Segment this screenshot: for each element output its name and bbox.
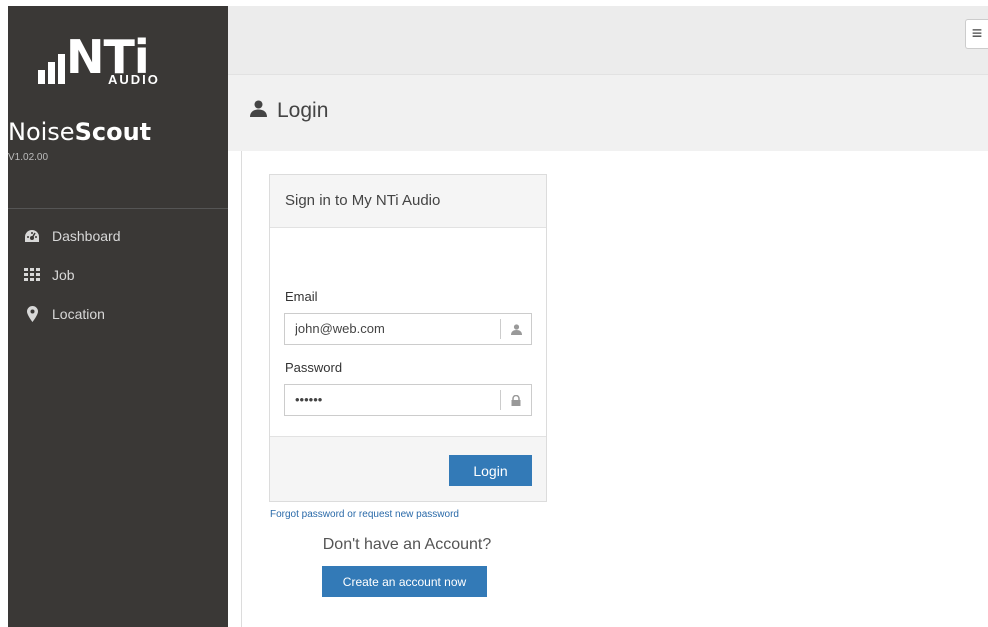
sidebar-item-label: Location bbox=[52, 305, 105, 322]
app-name-bold: Scout bbox=[74, 118, 152, 146]
sidebar-item-job[interactable]: Job bbox=[8, 255, 228, 294]
sidebar-item-label: Job bbox=[52, 266, 75, 283]
sidebar-divider bbox=[8, 208, 228, 209]
app-name-light: Noise bbox=[8, 118, 75, 146]
sidebar-item-label: Dashboard bbox=[52, 227, 121, 244]
sidebar-item-location[interactable]: Location bbox=[8, 294, 228, 333]
app-name: NoiseScout bbox=[8, 118, 151, 146]
create-account-button[interactable]: Create an account now bbox=[322, 566, 487, 597]
login-button[interactable]: Login bbox=[449, 455, 532, 486]
password-field[interactable] bbox=[285, 385, 495, 413]
email-input-group bbox=[284, 313, 532, 345]
nti-audio-logo: NTi AUDIO bbox=[38, 32, 178, 92]
sidebar-nav: Dashboard Job Location bbox=[8, 216, 228, 333]
no-account-text: Don't have an Account? bbox=[322, 536, 492, 553]
login-card-footer: Login bbox=[270, 436, 546, 501]
password-label: Password bbox=[285, 360, 343, 375]
dashboard-icon bbox=[24, 228, 40, 244]
page-title-text: Login bbox=[277, 99, 329, 122]
logo-subtext: AUDIO bbox=[108, 72, 160, 87]
sidebar-item-dashboard[interactable]: Dashboard bbox=[8, 216, 228, 255]
sidebar: NTi AUDIO NoiseScout V1.02.00 Dashboard … bbox=[8, 6, 228, 627]
login-card-header: Sign in to My NTi Audio bbox=[270, 175, 546, 228]
hamburger-icon: ≡ bbox=[971, 23, 983, 43]
page-title: Login bbox=[250, 99, 328, 123]
page-header: Login bbox=[228, 75, 988, 151]
login-card: Sign in to My NTi Audio Email Password L… bbox=[269, 174, 547, 502]
user-icon bbox=[250, 99, 267, 123]
app-version: V1.02.00 bbox=[8, 152, 49, 163]
top-bar: ≡ bbox=[228, 6, 988, 75]
map-marker-icon bbox=[24, 305, 40, 322]
content-divider bbox=[241, 151, 242, 627]
lock-icon bbox=[500, 390, 531, 410]
email-field[interactable] bbox=[285, 314, 495, 342]
forgot-password-link[interactable]: Forgot password or request new password bbox=[270, 509, 459, 520]
menu-toggle-button[interactable]: ≡ bbox=[965, 19, 988, 49]
grid-icon bbox=[24, 267, 40, 283]
email-label: Email bbox=[285, 289, 318, 304]
password-input-group bbox=[284, 384, 532, 416]
user-icon bbox=[500, 319, 531, 339]
